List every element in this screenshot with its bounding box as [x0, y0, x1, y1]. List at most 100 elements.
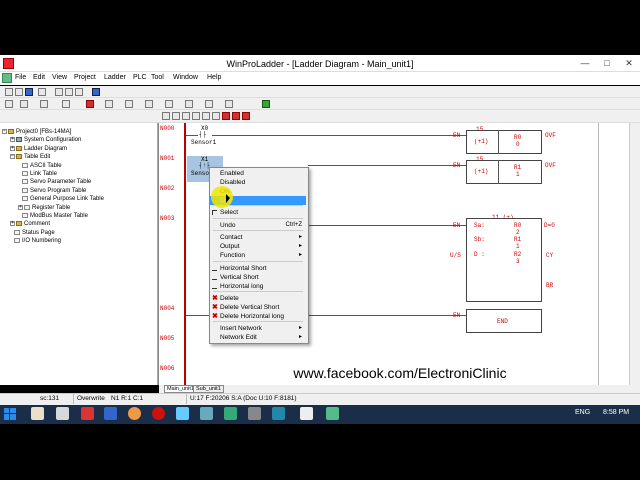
- context-menu-item-contact[interactable]: Contact ▸: [210, 233, 306, 242]
- tree-item[interactable]: + Comment: [10, 221, 50, 227]
- input-language[interactable]: ENG: [575, 409, 590, 416]
- app-icon[interactable]: [81, 407, 94, 420]
- status-icon[interactable]: [185, 100, 193, 108]
- tree-expander-icon[interactable]: −: [2, 129, 7, 134]
- function-block[interactable]: [466, 218, 542, 302]
- connect-icon[interactable]: [165, 100, 173, 108]
- maximize-button[interactable]: □: [598, 58, 616, 69]
- context-menu-item-delete-vertical-short[interactable]: Delete Vertical Short ✖: [210, 303, 306, 312]
- context-menu-item-undo[interactable]: Undo Ctrl+Z: [210, 221, 306, 230]
- cut-icon[interactable]: [55, 88, 63, 96]
- menu-edit[interactable]: Edit: [33, 74, 45, 81]
- menu-window[interactable]: Window: [173, 74, 198, 81]
- contact-symbol[interactable]: ┤├: [199, 131, 206, 138]
- rung-label[interactable]: N000: [160, 125, 182, 134]
- monitor-icon[interactable]: [62, 100, 70, 108]
- tree-item[interactable]: Status Page: [14, 229, 55, 236]
- context-menu-item-horizontal-short[interactable]: Horizontal Short: [210, 264, 306, 273]
- rung-label[interactable]: N003: [160, 215, 182, 224]
- tree-item[interactable]: − Table Edit: [10, 154, 50, 160]
- tree-item[interactable]: General Purpose Link Table: [22, 196, 104, 202]
- coil-icon[interactable]: [192, 112, 200, 120]
- contact-no-icon[interactable]: [172, 112, 180, 120]
- context-menu-item-function[interactable]: Function ▸: [210, 251, 306, 260]
- menu-view[interactable]: View: [52, 74, 67, 81]
- tree-item[interactable]: + System Configuration: [10, 137, 81, 143]
- save-icon[interactable]: [25, 88, 33, 96]
- function-icon[interactable]: [202, 112, 210, 120]
- paste-icon[interactable]: [75, 88, 83, 96]
- undo-icon[interactable]: [20, 100, 28, 108]
- context-menu-item-select[interactable]: Select: [210, 208, 306, 217]
- menu-project[interactable]: Project: [74, 74, 96, 81]
- contact-nc-icon[interactable]: [182, 112, 190, 120]
- explorer-icon[interactable]: [31, 407, 44, 420]
- print-icon[interactable]: [38, 88, 46, 96]
- rung-label[interactable]: N006: [160, 365, 182, 374]
- zoom-icon[interactable]: [5, 100, 13, 108]
- rung-label[interactable]: N005: [160, 335, 182, 344]
- rung-label[interactable]: N001: [160, 155, 182, 164]
- opera-icon[interactable]: [152, 407, 165, 420]
- select-mode-icon[interactable]: [162, 112, 170, 120]
- run-icon[interactable]: [40, 100, 48, 108]
- document-icon[interactable]: [2, 73, 12, 83]
- context-menu-item-delete-horizontal-long[interactable]: Delete Horizontal long ✖: [210, 312, 306, 321]
- tree-expander-icon[interactable]: +: [10, 145, 15, 151]
- tree-expander-icon[interactable]: −: [10, 154, 15, 160]
- menu-plc[interactable]: PLC: [133, 74, 147, 81]
- tree-item[interactable]: I/O Numbering: [14, 238, 61, 244]
- delete-icon[interactable]: [222, 112, 230, 120]
- rung-label[interactable]: N004: [160, 305, 182, 314]
- rung-label[interactable]: N002: [160, 185, 182, 194]
- tree-item[interactable]: − Project0 [FBs-14MA]: [2, 129, 71, 135]
- context-menu-item-delete[interactable]: Delete ✖: [210, 294, 306, 303]
- tree-item[interactable]: Servo Program Table: [22, 187, 86, 194]
- windows-start-icon[interactable]: [3, 407, 17, 421]
- tab-sub-unit1[interactable]: Sub_unit1: [193, 385, 224, 393]
- close-button[interactable]: ✕: [620, 58, 638, 69]
- app-icon[interactable]: [300, 407, 313, 420]
- chrome-icon[interactable]: [128, 407, 141, 420]
- app-icon[interactable]: [224, 407, 237, 420]
- green-icon[interactable]: [262, 100, 270, 108]
- context-menu-item-horizontal-long[interactable]: Horizontal long: [210, 282, 306, 291]
- tree-item[interactable]: Link Table: [22, 171, 57, 177]
- copy-icon[interactable]: [65, 88, 73, 96]
- stop-icon[interactable]: [86, 100, 94, 108]
- minimize-button[interactable]: —: [576, 58, 594, 69]
- app-icon[interactable]: [104, 407, 117, 420]
- context-menu-item-network-edit[interactable]: Network Edit ▸: [210, 333, 306, 342]
- menu-tool[interactable]: Tool: [151, 74, 164, 81]
- new-icon[interactable]: [5, 88, 13, 96]
- delete-vline-icon[interactable]: [232, 112, 240, 120]
- tree-item[interactable]: Servo Parameter Table: [22, 179, 91, 185]
- tree-item[interactable]: ModBus Master Table: [22, 213, 88, 219]
- tree-item[interactable]: ASCII Table: [22, 162, 62, 169]
- delete-hline-icon[interactable]: [242, 112, 250, 120]
- vertical-scrollbar[interactable]: [629, 123, 640, 385]
- download-icon[interactable]: [125, 100, 133, 108]
- open-icon[interactable]: [15, 88, 23, 96]
- app-icon[interactable]: [272, 407, 285, 420]
- tree-expander-icon[interactable]: +: [10, 221, 15, 227]
- menu-ladder[interactable]: Ladder: [104, 74, 126, 81]
- app-icon[interactable]: [200, 407, 213, 420]
- watch-icon[interactable]: [205, 100, 213, 108]
- context-menu-item-output[interactable]: Output ▸: [210, 242, 306, 251]
- tree-expander-icon[interactable]: +: [10, 137, 15, 143]
- table-icon[interactable]: [225, 100, 233, 108]
- clock[interactable]: 8:58 PM: [603, 409, 629, 416]
- tab-main-unit1[interactable]: Main_unit1: [164, 385, 197, 393]
- tree-item[interactable]: + Ladder Diagram: [10, 145, 67, 152]
- upload-icon[interactable]: [145, 100, 153, 108]
- tree-item[interactable]: + Register Table: [18, 204, 70, 211]
- context-menu-item-insert-network[interactable]: Insert Network ▸: [210, 324, 306, 333]
- app-icon[interactable]: [56, 407, 69, 420]
- tree-expander-icon[interactable]: +: [18, 204, 23, 210]
- context-menu-item-enabled[interactable]: Enabled: [210, 169, 306, 178]
- menu-file[interactable]: File: [15, 74, 26, 81]
- app-icon[interactable]: [248, 407, 261, 420]
- app-icon[interactable]: [176, 407, 189, 420]
- compile-icon[interactable]: [105, 100, 113, 108]
